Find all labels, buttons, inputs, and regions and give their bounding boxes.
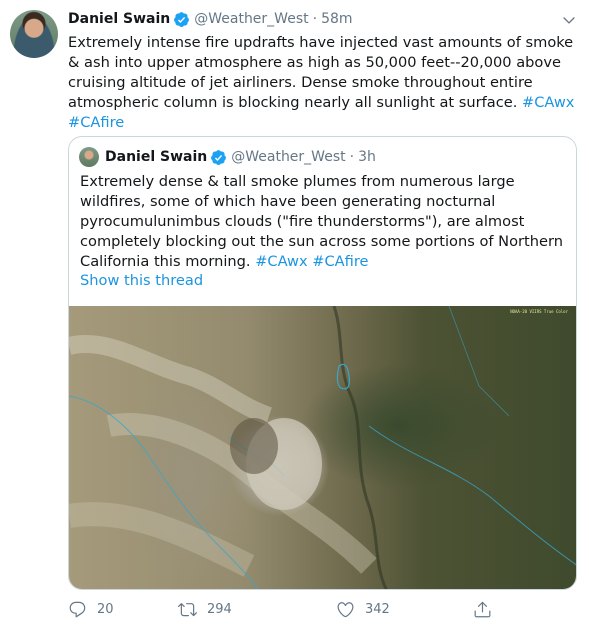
separator: · xyxy=(349,149,355,165)
like-button[interactable]: 342 xyxy=(336,600,390,619)
show-thread-link[interactable]: Show this thread xyxy=(80,272,203,289)
share-icon xyxy=(474,601,491,618)
action-bar: 20 294 342 xyxy=(68,600,508,622)
chevron-down-icon[interactable] xyxy=(561,12,577,28)
timestamp[interactable]: 58m xyxy=(321,11,352,27)
retweet-icon xyxy=(178,603,197,617)
like-count: 342 xyxy=(365,602,390,617)
author-handle[interactable]: @Weather_West xyxy=(194,11,308,27)
retweet-count: 294 xyxy=(207,602,232,617)
reply-count: 20 xyxy=(97,602,114,617)
share-button[interactable] xyxy=(473,600,502,619)
quoted-avatar xyxy=(79,147,99,167)
author-name[interactable]: Daniel Swain xyxy=(68,11,170,27)
quoted-author-handle: @Weather_West xyxy=(231,149,346,165)
tweet-text: Extremely intense fire updrafts have inj… xyxy=(68,33,583,133)
heart-icon xyxy=(337,602,354,618)
quoted-hashtag-cafire[interactable]: #CAfire xyxy=(312,253,368,270)
quoted-author-name: Daniel Swain xyxy=(105,149,208,165)
image-caption: NOAA-20 VIIRS True Color xyxy=(510,309,568,314)
retweet-button[interactable]: 294 xyxy=(178,600,232,619)
quoted-tweet[interactable]: Daniel Swain @Weather_West · 3h Extremel… xyxy=(68,136,577,590)
quoted-timestamp: 3h xyxy=(358,149,376,165)
tweet-body: Extremely intense fire updrafts have inj… xyxy=(68,34,574,111)
satellite-image-overlay xyxy=(69,306,576,589)
reply-button[interactable]: 20 xyxy=(68,600,114,619)
reply-icon xyxy=(69,601,86,618)
hashtag-cafire[interactable]: #CAfire xyxy=(68,114,124,131)
quoted-header: Daniel Swain @Weather_West · 3h xyxy=(105,147,376,167)
quoted-hashtag-cawx[interactable]: #CAwx xyxy=(255,253,307,270)
verified-badge-icon xyxy=(211,149,227,165)
verified-badge-icon xyxy=(174,11,190,27)
satellite-image[interactable]: NOAA-20 VIIRS True Color xyxy=(69,306,576,589)
avatar[interactable] xyxy=(10,10,58,58)
tweet-header: Daniel Swain @Weather_West · 58m xyxy=(68,9,353,29)
tweet[interactable]: Daniel Swain @Weather_West · 58m Extreme… xyxy=(0,0,589,637)
hashtag-cawx[interactable]: #CAwx xyxy=(522,94,574,111)
separator: · xyxy=(312,11,318,27)
quoted-text: Extremely dense & tall smoke plumes from… xyxy=(80,172,570,272)
